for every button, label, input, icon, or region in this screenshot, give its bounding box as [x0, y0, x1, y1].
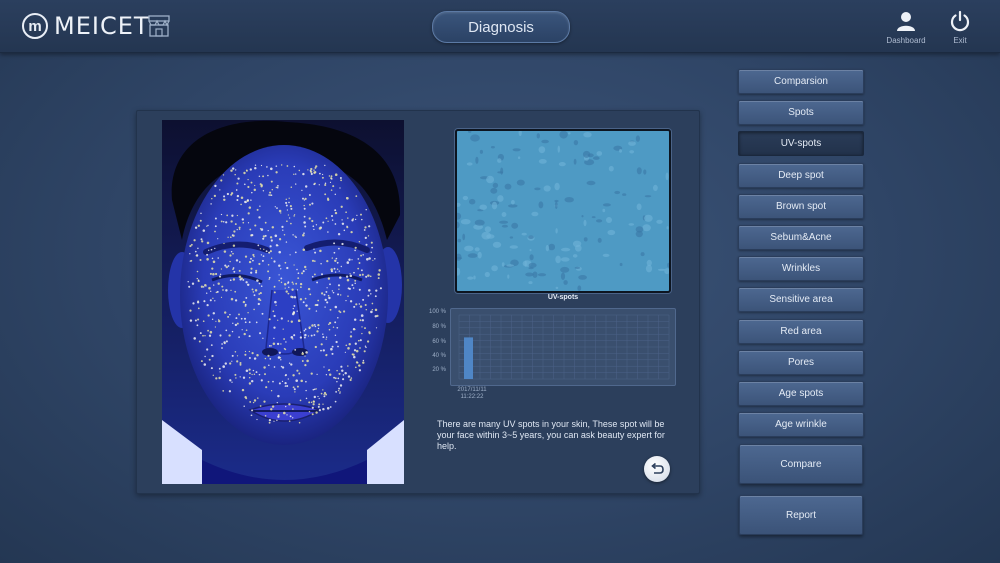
menu-item-spots[interactable]: Spots [738, 100, 864, 126]
chart-y-tick: 20 % [432, 367, 446, 373]
menu-item-uv-spots[interactable]: UV-spots [738, 131, 864, 157]
chart-x-date: 2017/11/11 [457, 387, 487, 393]
meicet-logo: m MEICET [22, 11, 150, 41]
menu-item-sebum-acne[interactable]: Sebum&Acne [738, 224, 864, 250]
exit-label: Exit [953, 36, 967, 45]
exit-button[interactable]: Exit [936, 10, 984, 45]
closeup-caption: UV-spots [547, 294, 579, 301]
logo-text: MEICET [54, 12, 150, 40]
menu-item-pores[interactable]: Pores [738, 349, 864, 375]
user-icon [897, 12, 915, 31]
menu-item-sensitive-area[interactable]: Sensitive area [738, 287, 864, 313]
logo-mark-icon: m [22, 13, 48, 39]
dashboard-button[interactable]: Dashboard [882, 10, 930, 45]
page-title: Diagnosis [432, 11, 570, 43]
menu-item-brown-spot[interactable]: Brown spot [738, 193, 864, 219]
compare-button[interactable]: Compare [739, 444, 863, 484]
analysis-menu: Comparsion Spots UV-spots Deep spot Brow… [738, 69, 864, 443]
uv-face-image [162, 120, 404, 484]
store-icon[interactable] [146, 13, 172, 39]
top-bar: m MEICET Diagnosis Dashboard Exit [0, 0, 1000, 53]
analysis-panel: UV-spots 100 % 80 % 60 % 40 % 20 % 2017/… [136, 110, 700, 494]
dashboard-label: Dashboard [886, 36, 926, 45]
chart-x-time: 11:22:22 [460, 394, 484, 400]
menu-item-red-area[interactable]: Red area [738, 318, 864, 344]
menu-item-age-spots[interactable]: Age spots [738, 380, 864, 406]
chart-y-tick: 40 % [432, 353, 446, 359]
menu-item-comparsion[interactable]: Comparsion [738, 69, 864, 94]
menu-item-wrinkles[interactable]: Wrinkles [738, 256, 864, 282]
chart-y-tick: 100 % [428, 309, 446, 315]
chart-y-tick: 80 % [432, 324, 446, 330]
menu-item-age-wrinkle[interactable]: Age wrinkle [738, 412, 864, 438]
chart-bar [464, 337, 473, 379]
uv-history-chart [450, 308, 676, 386]
advice-text: There are many UV spots in your skin, Th… [437, 419, 665, 451]
menu-item-deep-spot[interactable]: Deep spot [738, 162, 864, 188]
undo-arrow-icon [651, 462, 664, 474]
chart-x-label: 2017/11/11 11:22:22 [455, 387, 489, 401]
chart-y-tick: 60 % [432, 339, 446, 345]
power-icon [950, 10, 970, 32]
report-button[interactable]: Report [739, 495, 863, 535]
back-button[interactable] [644, 456, 670, 482]
uv-spots-closeup-image [455, 129, 671, 293]
